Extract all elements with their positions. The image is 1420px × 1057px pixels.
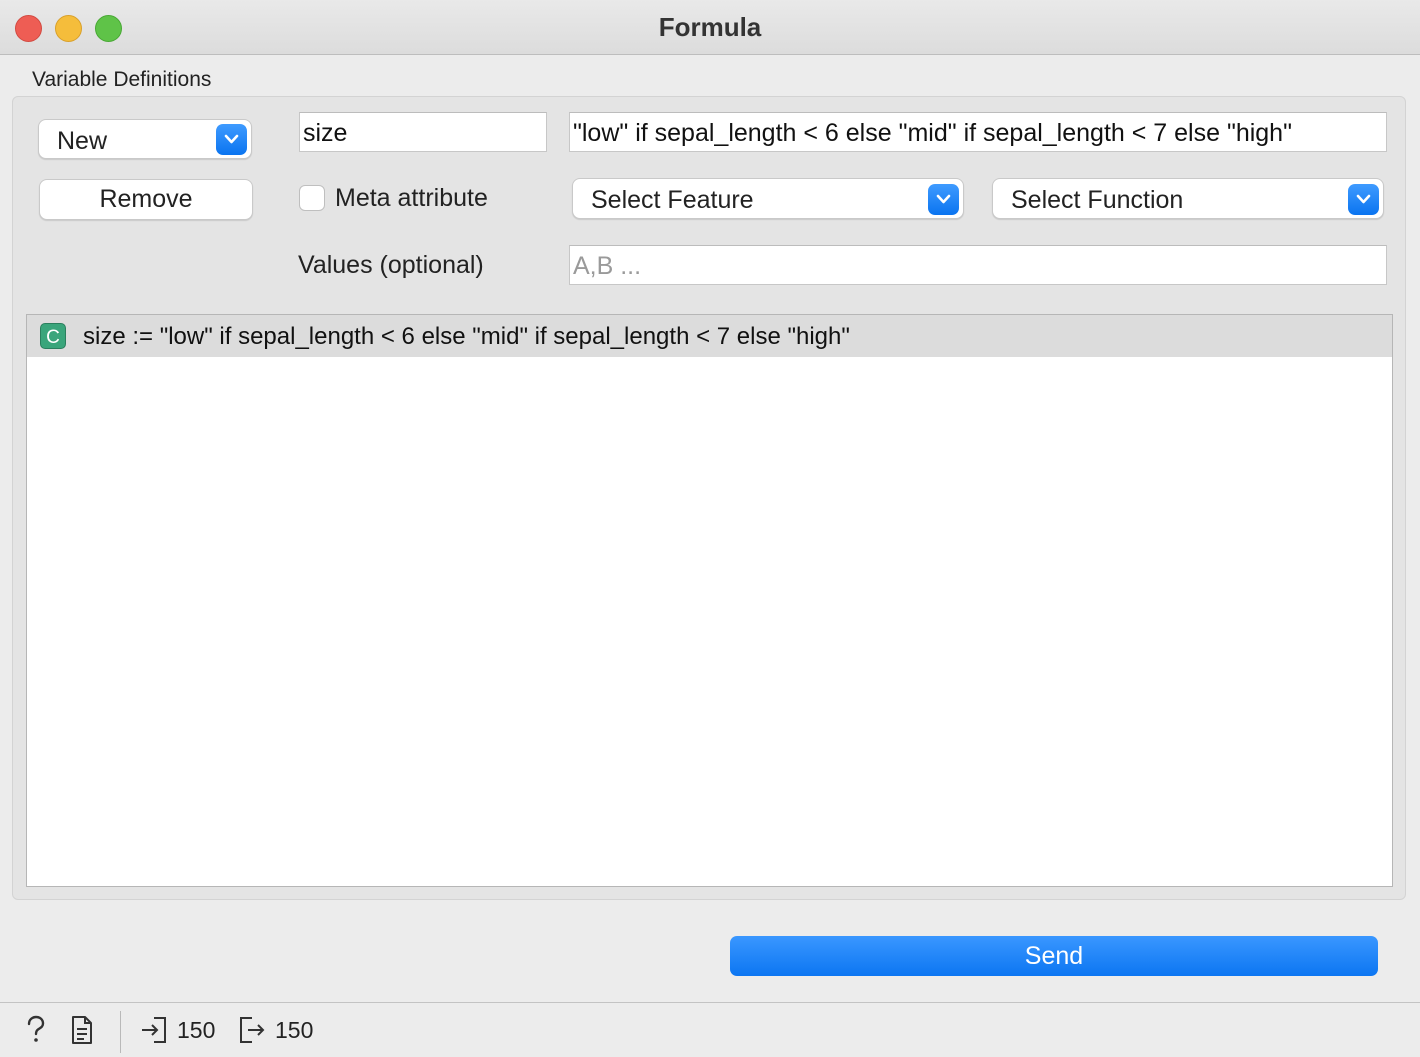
- expression-field[interactable]: "low" if sepal_length < 6 else "mid" if …: [569, 112, 1387, 152]
- send-button[interactable]: Send: [730, 936, 1378, 976]
- report-document-icon[interactable]: [70, 1015, 94, 1050]
- combo-label: Select Function: [1011, 186, 1184, 214]
- select-feature-combo[interactable]: Select Feature: [572, 178, 964, 219]
- badge-letter: C: [46, 327, 60, 348]
- categorical-c-icon: C: [40, 323, 66, 349]
- window-title: Formula: [658, 12, 762, 42]
- combo-label: New: [57, 127, 108, 155]
- input-count: 150: [177, 1017, 216, 1043]
- status-separator: [120, 1011, 121, 1053]
- input-data-icon: [140, 1015, 168, 1050]
- expression-value: "low" if sepal_length < 6 else "mid" if …: [573, 119, 1292, 147]
- output-data-icon: [238, 1015, 266, 1050]
- values-label: Values (optional): [298, 251, 484, 279]
- list-item[interactable]: C size := "low" if sepal_length < 6 else…: [27, 315, 1392, 357]
- meta-attribute-label: Meta attribute: [335, 184, 488, 212]
- chevron-down-icon: [1348, 184, 1379, 215]
- values-field[interactable]: A,B ...: [569, 245, 1387, 285]
- help-icon[interactable]: [24, 1015, 48, 1050]
- variable-definitions-list[interactable]: C size := "low" if sepal_length < 6 else…: [26, 314, 1393, 887]
- select-function-combo[interactable]: Select Function: [992, 178, 1384, 219]
- output-count: 150: [275, 1017, 314, 1043]
- title-bar: Formula: [0, 0, 1420, 55]
- chevron-down-icon: [928, 184, 959, 215]
- chevron-down-icon: [216, 124, 247, 155]
- list-item-text: size := "low" if sepal_length < 6 else "…: [83, 323, 850, 350]
- values-placeholder: A,B ...: [573, 252, 642, 280]
- meta-attribute-checkbox[interactable]: [299, 185, 325, 211]
- new-variable-type-combo[interactable]: New: [38, 119, 252, 159]
- status-bar: 150 150: [0, 1002, 1420, 1057]
- group-label: Variable Definitions: [32, 68, 212, 91]
- remove-button[interactable]: Remove: [39, 179, 253, 220]
- variable-name-field[interactable]: size: [299, 112, 547, 152]
- variable-name-value: size: [303, 119, 348, 147]
- combo-label: Select Feature: [591, 186, 754, 214]
